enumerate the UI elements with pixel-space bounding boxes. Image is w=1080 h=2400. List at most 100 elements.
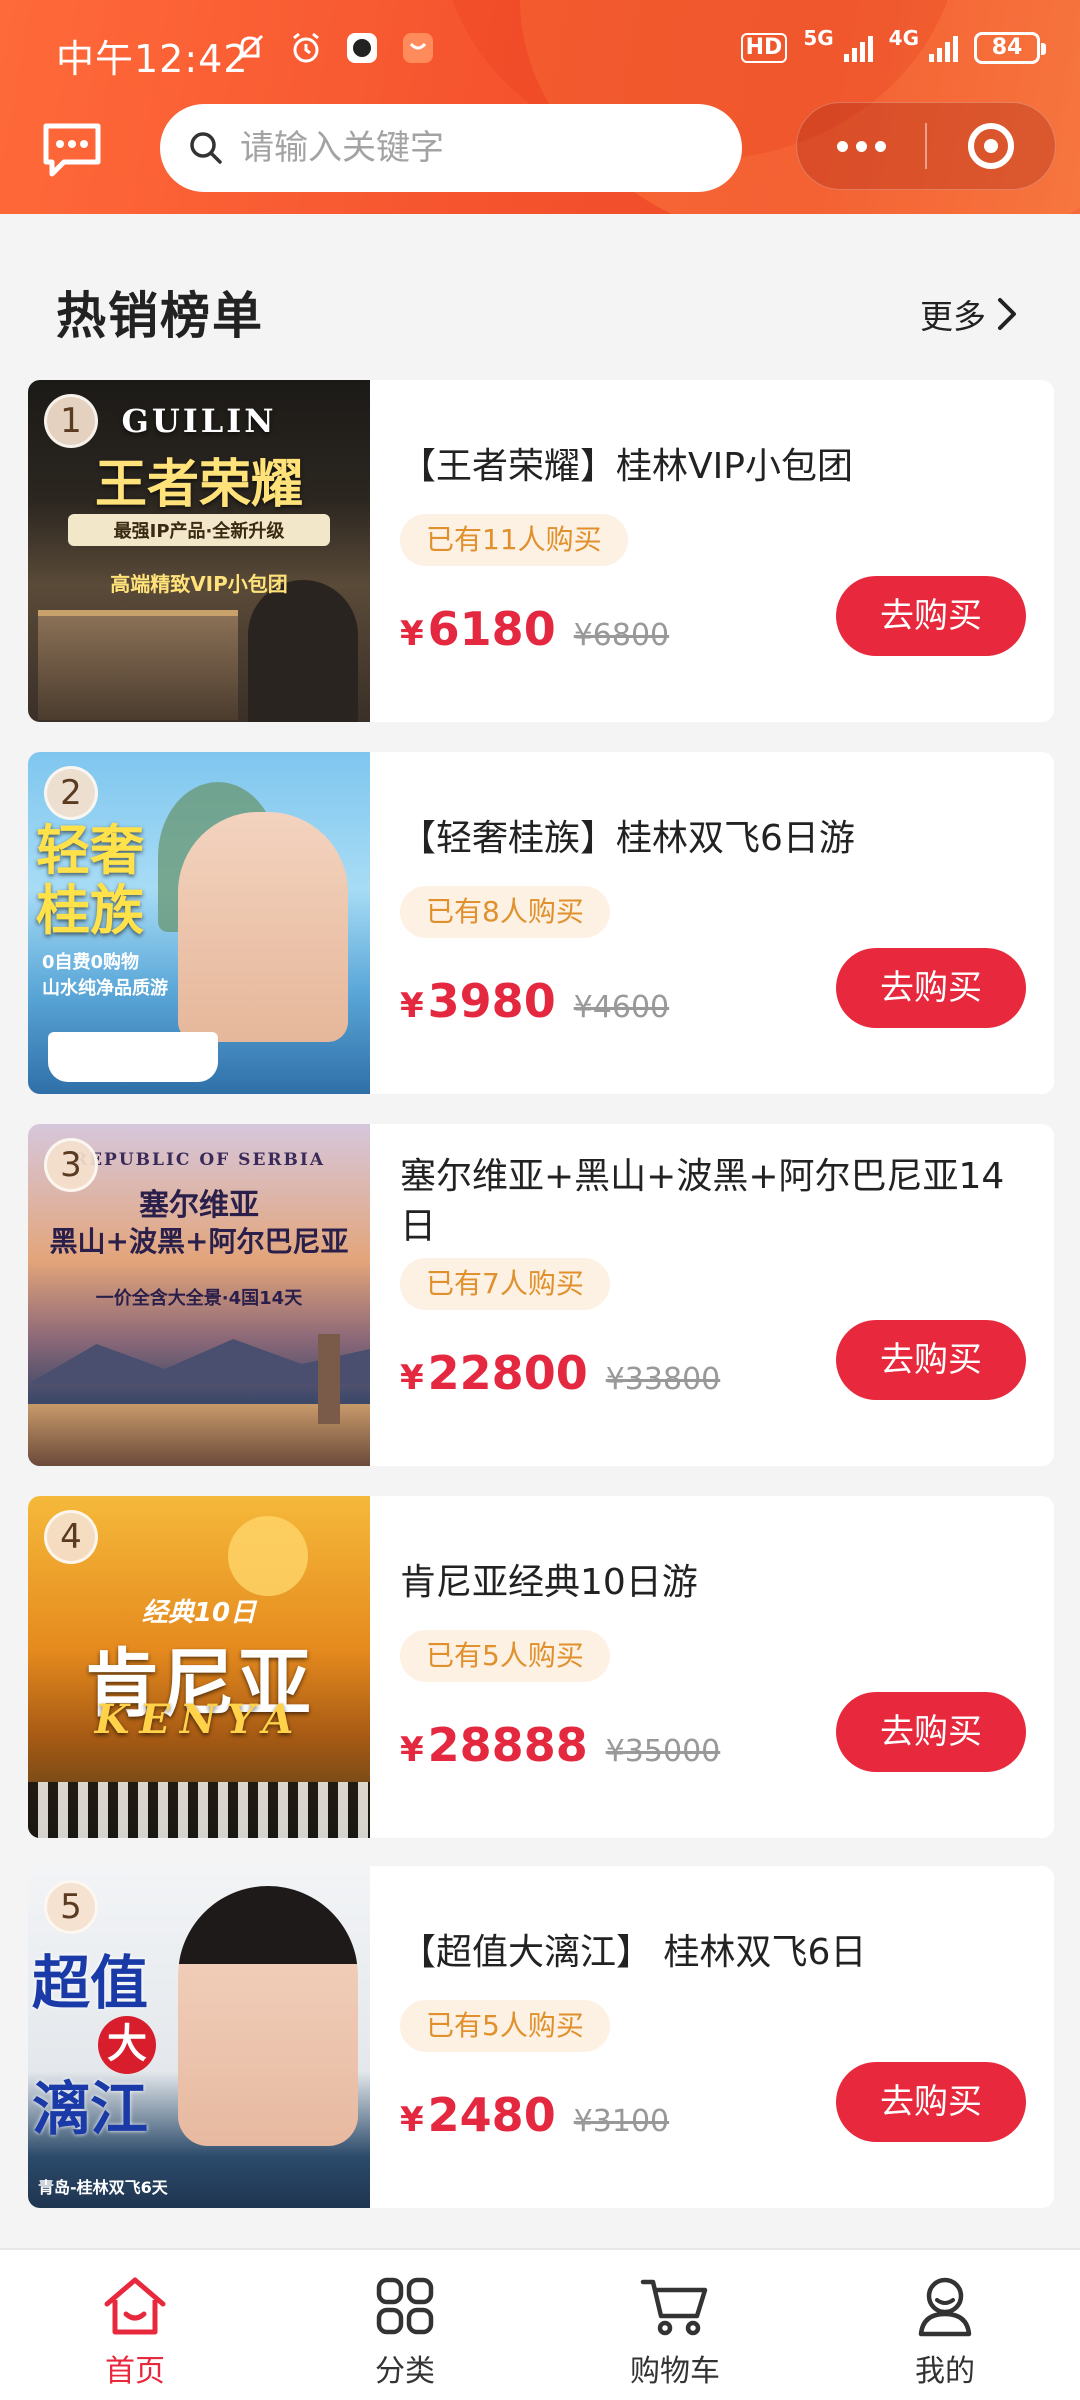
- product-image[interactable]: 1 GUILIN 王者荣耀 最强IP产品·全新升级 高端精致VIP小包团: [28, 380, 370, 722]
- status-bar: 中午12:42 HD 5G 4G 84: [0, 0, 1080, 100]
- image-caption-desc: 高端精致VIP小包团: [110, 572, 288, 596]
- home-icon: [104, 2277, 166, 2335]
- rank-badge: 3: [44, 1138, 98, 1192]
- product-title[interactable]: 塞尔维亚+黑山+波黑+阿尔巴尼亚14日: [400, 1152, 1030, 1252]
- price: ¥ 28888 ¥35000: [400, 1718, 720, 1772]
- price-value: 2480: [427, 2088, 556, 2142]
- product-image[interactable]: 4 经典10日 肯尼亚 KENYA: [28, 1496, 370, 1838]
- product-card[interactable]: 4 经典10日 肯尼亚 KENYA 肯尼亚经典10日游 已有5人购买 ¥ 288…: [28, 1496, 1054, 1838]
- image-sun: [228, 1516, 308, 1596]
- product-title[interactable]: 【轻奢桂族】桂林双飞6日游: [400, 814, 1030, 864]
- rank-badge: 1: [44, 394, 98, 448]
- more-link-label: 更多: [920, 297, 986, 336]
- price-value: 28888: [427, 1718, 588, 1772]
- price-currency: ¥: [400, 2100, 424, 2140]
- product-image[interactable]: 5 超值 大 漓江 青岛-桂林双飞6天: [28, 1866, 370, 2208]
- tab-label: 我的: [915, 2354, 975, 2389]
- product-card[interactable]: 3 REPUBLIC OF SERBIA 塞尔维亚 黑山+波黑+阿尔巴尼亚 一价…: [28, 1124, 1054, 1466]
- tab-cart[interactable]: 购物车: [540, 2250, 810, 2400]
- sold-count-badge: 已有8人购买: [400, 886, 610, 938]
- product-card[interactable]: 2 轻奢 桂族 0自费0购物 山水纯净品质游 【轻奢桂族】桂林双飞6日游 已有8…: [28, 752, 1054, 1094]
- product-title[interactable]: 肯尼亚经典10日游: [400, 1558, 1030, 1608]
- app-header: 中午12:42 HD 5G 4G 84: [0, 0, 1080, 214]
- tab-profile[interactable]: 我的: [810, 2250, 1080, 2400]
- battery-icon: 84: [974, 32, 1046, 64]
- buy-button[interactable]: 去购买: [836, 948, 1026, 1028]
- buy-button[interactable]: 去购买: [836, 576, 1026, 656]
- image-building: [38, 610, 238, 720]
- rank-badge: 2: [44, 766, 98, 820]
- hd-badge: HD: [740, 33, 788, 63]
- image-caption-desc: 山水纯净品质游: [42, 978, 168, 999]
- message-icon[interactable]: [40, 120, 104, 180]
- app-notification-icon: [347, 33, 377, 63]
- product-card[interactable]: 1 GUILIN 王者荣耀 最强IP产品·全新升级 高端精致VIP小包团 【王者…: [28, 380, 1054, 722]
- image-caption-title-2: 桂族: [36, 878, 144, 942]
- image-caption-sub: 0自费0购物: [42, 952, 140, 973]
- alarm-icon: [293, 32, 319, 63]
- chevron-right-icon: [998, 298, 1016, 330]
- network-5g-label: 5G: [803, 26, 834, 50]
- image-caption-title: 王者荣耀: [94, 454, 303, 515]
- section-title: 热销榜单: [56, 287, 264, 345]
- image-caption-en: KENYA: [94, 1696, 304, 1743]
- grid-icon: [376, 2277, 434, 2335]
- status-system-icons: HD 5G 4G 84: [740, 26, 1046, 64]
- tab-category[interactable]: 分类: [270, 2250, 540, 2400]
- more-options-icon[interactable]: [797, 102, 925, 190]
- product-image[interactable]: 2 轻奢 桂族 0自费0购物 山水纯净品质游: [28, 752, 370, 1094]
- target-icon: [968, 123, 1014, 169]
- close-miniprogram-button[interactable]: [927, 102, 1055, 190]
- image-people: [178, 812, 348, 1042]
- product-title[interactable]: 【超值大漓江】 桂林双飞6日: [400, 1928, 1030, 1978]
- image-caption-desc: 一价全含大全景·4国14天: [95, 1288, 303, 1309]
- price-currency: ¥: [400, 986, 424, 1026]
- signal-icon: [843, 34, 873, 62]
- tab-label: 购物车: [630, 2354, 720, 2389]
- sold-count-badge: 已有7人购买: [400, 1258, 610, 1310]
- price-currency: ¥: [400, 614, 424, 654]
- price: ¥ 6180 ¥6800: [400, 602, 669, 656]
- image-caption-title-2: 漓江: [32, 2075, 149, 2143]
- sold-count-badge: 已有5人购买: [400, 1630, 610, 1682]
- image-tower: [318, 1334, 340, 1424]
- rank-badge: 4: [44, 1510, 98, 1564]
- product-title[interactable]: 【王者荣耀】桂林VIP小包团: [400, 442, 1030, 492]
- buy-button[interactable]: 去购买: [836, 1320, 1026, 1400]
- user-icon: [918, 2277, 972, 2337]
- image-caption-title: 超值: [32, 1949, 149, 2017]
- search-icon: [190, 132, 222, 164]
- price-currency: ¥: [400, 1358, 424, 1398]
- price: ¥ 2480 ¥3100: [400, 2088, 669, 2142]
- tab-home[interactable]: 首页: [0, 2250, 270, 2400]
- image-person: [248, 580, 358, 722]
- mute-icon: [236, 34, 264, 62]
- status-time: 中午12:42: [56, 37, 249, 81]
- original-price: ¥33800: [605, 1362, 721, 1397]
- search-input[interactable]: [240, 128, 710, 168]
- status-notification-icons: [232, 30, 436, 66]
- more-link[interactable]: 更多: [920, 290, 1020, 338]
- price: ¥ 22800 ¥33800: [400, 1346, 720, 1400]
- network-4g-label: 4G: [888, 26, 919, 50]
- product-image[interactable]: 3 REPUBLIC OF SERBIA 塞尔维亚 黑山+波黑+阿尔巴尼亚 一价…: [28, 1124, 370, 1466]
- image-caption-sub: 最强IP产品·全新升级: [68, 514, 330, 546]
- search-bar[interactable]: [160, 104, 742, 192]
- image-zebras: [28, 1782, 370, 1838]
- image-caption-desc: 青岛-桂林双飞6天: [38, 2178, 168, 2197]
- product-card[interactable]: 5 超值 大 漓江 青岛-桂林双飞6天 【超值大漓江】 桂林双飞6日 已有5人购…: [28, 1866, 1054, 2208]
- price-value: 6180: [427, 602, 556, 656]
- original-price: ¥4600: [573, 990, 670, 1025]
- original-price: ¥6800: [573, 618, 670, 653]
- image-boat: [48, 1032, 218, 1082]
- buy-button[interactable]: 去购买: [836, 2062, 1026, 2142]
- buy-button[interactable]: 去购买: [836, 1692, 1026, 1772]
- price-currency: ¥: [400, 1730, 424, 1770]
- image-caption-sub: 黑山+波黑+阿尔巴尼亚: [49, 1225, 349, 1258]
- original-price: ¥3100: [573, 2104, 670, 2139]
- shopping-app-icon: [403, 33, 433, 63]
- image-person: [178, 1886, 358, 2146]
- signal-icon-2: [929, 34, 958, 62]
- cart-icon: [640, 2279, 708, 2336]
- sold-count-badge: 已有5人购买: [400, 2000, 610, 2052]
